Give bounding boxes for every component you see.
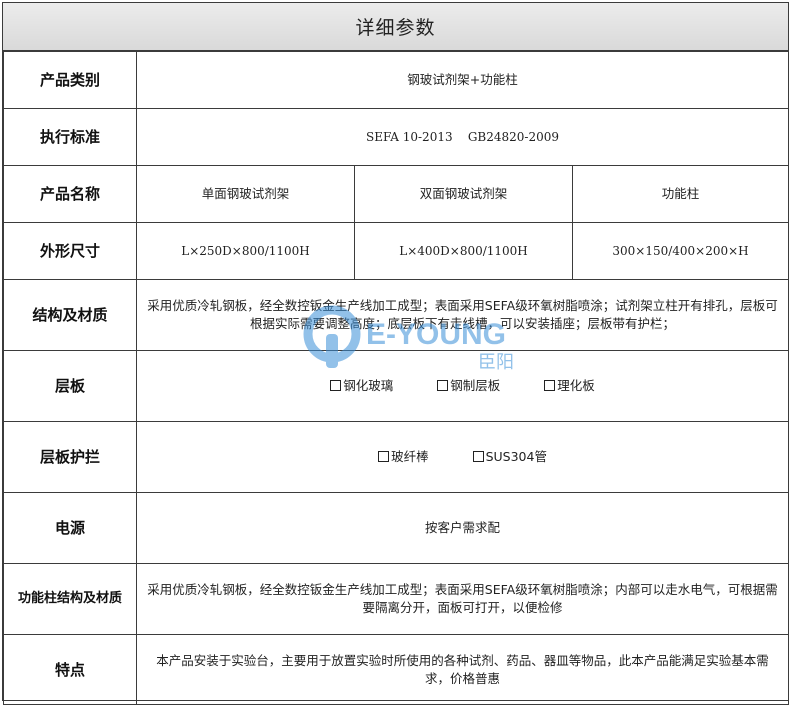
row-label-shelf: 层板 <box>3 350 137 422</box>
guard-option-sus304[interactable]: SUS304管 <box>472 448 547 466</box>
product-name-double: 双面钢玻试剂架 <box>354 165 573 223</box>
row-value-category: 钢玻试剂架+功能柱 <box>135 51 790 109</box>
row-label-guard: 层板护拦 <box>3 421 137 493</box>
row-label-features: 特点 <box>3 634 137 705</box>
row-label-size: 外形尺寸 <box>3 222 137 280</box>
shelf-option-glass[interactable]: 钢化玻璃 <box>330 377 393 395</box>
table-row: 层板护拦 玻纤棒 SUS304管 <box>3 421 790 493</box>
product-name-column: 功能柱 <box>571 165 790 223</box>
row-label-column-material: 功能柱结构及材质 <box>3 563 137 635</box>
parameter-table: 产品类别 钢玻试剂架+功能柱 执行标准 SEFA 10-2013 GB24820… <box>3 51 790 705</box>
checkbox-icon[interactable] <box>437 380 449 391</box>
size-double: L×400D×800/1100H <box>354 222 573 280</box>
row-label-category: 产品类别 <box>3 51 137 109</box>
size-column: 300×150/400×200×H <box>571 222 790 280</box>
table-row: 层板 钢化玻璃 钢制层板 理化板 <box>3 350 790 422</box>
shelf-options: 钢化玻璃 钢制层板 理化板 <box>135 350 790 422</box>
row-label-material: 结构及材质 <box>3 279 137 351</box>
table-row: 产品类别 钢玻试剂架+功能柱 <box>3 51 790 109</box>
checkbox-icon[interactable] <box>378 451 390 462</box>
table-row: 功能柱结构及材质 采用优质冷轧钢板，经全数控钣金生产线加工成型；表面采用SEFA… <box>3 563 790 635</box>
table-row: 执行标准 SEFA 10-2013 GB24820-2009 <box>3 108 790 166</box>
size-single: L×250D×800/1100H <box>136 222 355 280</box>
table-row: 结构及材质 采用优质冷轧钢板，经全数控钣金生产线加工成型；表面采用SEFA级环氧… <box>3 279 790 351</box>
shelf-option-phenolic[interactable]: 理化板 <box>544 377 595 395</box>
row-label-names: 产品名称 <box>3 165 137 223</box>
row-value-standard: SEFA 10-2013 GB24820-2009 <box>135 108 790 166</box>
row-value-features: 本产品安装于实验台，主要用于放置实验时所使用的各种试剂、药品、器皿等物品，此本产… <box>135 634 790 705</box>
row-value-material: 采用优质冷轧钢板，经全数控钣金生产线加工成型；表面采用SEFA级环氧树脂喷涂；试… <box>135 279 790 351</box>
checkbox-icon[interactable] <box>544 380 556 391</box>
row-value-column-material: 采用优质冷轧钢板，经全数控钣金生产线加工成型；表面采用SEFA级环氧树脂喷涂；内… <box>135 563 790 635</box>
guard-options: 玻纤棒 SUS304管 <box>135 421 790 493</box>
product-name-single: 单面钢玻试剂架 <box>136 165 355 223</box>
row-label-power: 电源 <box>3 492 137 564</box>
table-row: 产品名称 单面钢玻试剂架 双面钢玻试剂架 功能柱 <box>3 165 790 223</box>
row-label-standard: 执行标准 <box>3 108 137 166</box>
checkbox-icon[interactable] <box>330 380 342 391</box>
table-title: 详细参数 <box>3 3 788 51</box>
row-value-power: 按客户需求配 <box>135 492 790 564</box>
guard-option-fiberglass[interactable]: 玻纤棒 <box>378 448 429 466</box>
table-row: 特点 本产品安装于实验台，主要用于放置实验时所使用的各种试剂、药品、器皿等物品，… <box>3 634 790 705</box>
parameter-table-frame: 详细参数 产品类别 钢玻试剂架+功能柱 执行标准 SEFA 10-2013 GB… <box>2 2 790 705</box>
table-row: 电源 按客户需求配 <box>3 492 790 564</box>
shelf-option-steel[interactable]: 钢制层板 <box>437 377 500 395</box>
table-row: 外形尺寸 L×250D×800/1100H L×400D×800/1100H 3… <box>3 222 790 280</box>
checkbox-icon[interactable] <box>472 451 484 462</box>
